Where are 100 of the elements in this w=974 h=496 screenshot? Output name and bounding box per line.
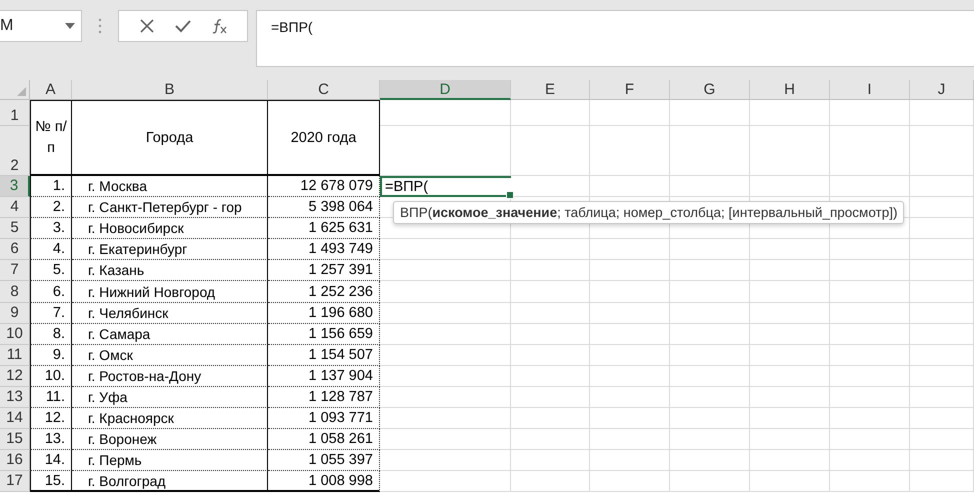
select-all-corner[interactable]	[0, 80, 30, 100]
row-header[interactable]: 12	[0, 366, 30, 387]
empty-cell[interactable]	[830, 100, 910, 126]
empty-cell[interactable]	[380, 239, 511, 260]
row-header[interactable]: 16	[0, 450, 30, 472]
empty-cell[interactable]	[670, 366, 750, 387]
empty-cell[interactable]	[511, 471, 590, 492]
empty-cell[interactable]	[830, 239, 910, 260]
empty-cell[interactable]	[830, 324, 910, 345]
column-header[interactable]: G	[670, 80, 750, 100]
checkmark-icon[interactable]	[175, 18, 191, 34]
empty-cell[interactable]	[380, 324, 511, 345]
empty-cell[interactable]	[511, 429, 590, 450]
empty-cell[interactable]	[590, 302, 670, 324]
empty-cell[interactable]	[380, 281, 511, 303]
empty-cell[interactable]	[910, 260, 974, 282]
empty-cell[interactable]	[910, 176, 974, 198]
empty-cell[interactable]	[910, 344, 974, 366]
empty-cell[interactable]	[910, 450, 974, 472]
empty-cell[interactable]	[590, 471, 670, 492]
row-header[interactable]: 5	[0, 218, 30, 240]
empty-cell[interactable]	[590, 126, 670, 176]
empty-cell[interactable]	[511, 239, 590, 260]
empty-cell[interactable]	[670, 126, 750, 176]
row-header[interactable]: 4	[0, 197, 30, 218]
formula-input[interactable]: =ВПР(	[256, 10, 974, 67]
column-header[interactable]: C	[268, 80, 380, 100]
empty-cell[interactable]	[590, 260, 670, 282]
empty-cell[interactable]	[670, 386, 750, 408]
empty-cell[interactable]	[830, 408, 910, 430]
empty-cell[interactable]	[670, 471, 750, 492]
empty-cell[interactable]	[511, 324, 590, 345]
empty-cell[interactable]	[830, 344, 910, 366]
dropdown-caret-icon[interactable]	[65, 23, 75, 29]
active-cell-editor[interactable]: =ВПР(	[380, 176, 511, 198]
column-header[interactable]: F	[590, 80, 670, 100]
row-header[interactable]: 7	[0, 260, 30, 282]
empty-cell[interactable]	[380, 408, 511, 430]
empty-cell[interactable]	[750, 260, 830, 282]
empty-cell[interactable]	[910, 324, 974, 345]
row-header[interactable]: 6	[0, 239, 30, 260]
empty-cell[interactable]	[670, 302, 750, 324]
empty-cell[interactable]	[380, 429, 511, 450]
empty-cell[interactable]	[830, 450, 910, 472]
empty-cell[interactable]	[830, 471, 910, 492]
empty-cell[interactable]	[750, 408, 830, 430]
column-header[interactable]: D	[380, 80, 511, 100]
empty-cell[interactable]	[380, 260, 511, 282]
empty-cell[interactable]	[511, 260, 590, 282]
empty-cell[interactable]	[590, 429, 670, 450]
empty-cell[interactable]	[590, 344, 670, 366]
column-header[interactable]: J	[910, 80, 974, 100]
empty-cell[interactable]	[380, 100, 511, 126]
empty-cell[interactable]	[380, 471, 511, 492]
empty-cell[interactable]	[590, 450, 670, 472]
empty-cell[interactable]	[670, 344, 750, 366]
row-header[interactable]: 14	[0, 408, 30, 430]
empty-cell[interactable]	[830, 281, 910, 303]
empty-cell[interactable]	[750, 450, 830, 472]
empty-cell[interactable]	[590, 366, 670, 387]
empty-cell[interactable]	[750, 324, 830, 345]
empty-cell[interactable]	[670, 281, 750, 303]
empty-cell[interactable]	[670, 176, 750, 198]
empty-cell[interactable]	[750, 386, 830, 408]
empty-cell[interactable]	[750, 302, 830, 324]
empty-cell[interactable]	[910, 408, 974, 430]
empty-cell[interactable]	[750, 176, 830, 198]
empty-cell[interactable]	[830, 386, 910, 408]
empty-cell[interactable]	[511, 281, 590, 303]
row-header[interactable]: 2	[0, 126, 30, 176]
empty-cell[interactable]	[590, 324, 670, 345]
empty-cell[interactable]	[380, 366, 511, 387]
row-header[interactable]: 1	[0, 100, 30, 126]
empty-cell[interactable]	[380, 344, 511, 366]
empty-cell[interactable]	[830, 260, 910, 282]
empty-cell[interactable]	[910, 302, 974, 324]
empty-cell[interactable]	[910, 281, 974, 303]
empty-cell[interactable]	[590, 386, 670, 408]
column-header[interactable]: H	[750, 80, 830, 100]
row-header[interactable]: 11	[0, 344, 30, 366]
empty-cell[interactable]	[670, 100, 750, 126]
empty-cell[interactable]	[590, 408, 670, 430]
empty-cell[interactable]	[750, 471, 830, 492]
empty-cell[interactable]	[511, 100, 590, 126]
row-header[interactable]: 3	[0, 176, 30, 198]
row-header[interactable]: 17	[0, 471, 30, 492]
empty-cell[interactable]	[670, 260, 750, 282]
column-header[interactable]: A	[30, 80, 72, 100]
empty-cell[interactable]	[910, 366, 974, 387]
empty-cell[interactable]	[910, 126, 974, 176]
empty-cell[interactable]	[910, 197, 974, 218]
empty-cell[interactable]	[830, 302, 910, 324]
empty-cell[interactable]	[380, 386, 511, 408]
empty-cell[interactable]	[750, 429, 830, 450]
empty-cell[interactable]	[910, 429, 974, 450]
empty-cell[interactable]	[750, 126, 830, 176]
empty-cell[interactable]	[750, 100, 830, 126]
empty-cell[interactable]	[380, 450, 511, 472]
empty-cell[interactable]	[750, 366, 830, 387]
row-header[interactable]: 13	[0, 386, 30, 408]
